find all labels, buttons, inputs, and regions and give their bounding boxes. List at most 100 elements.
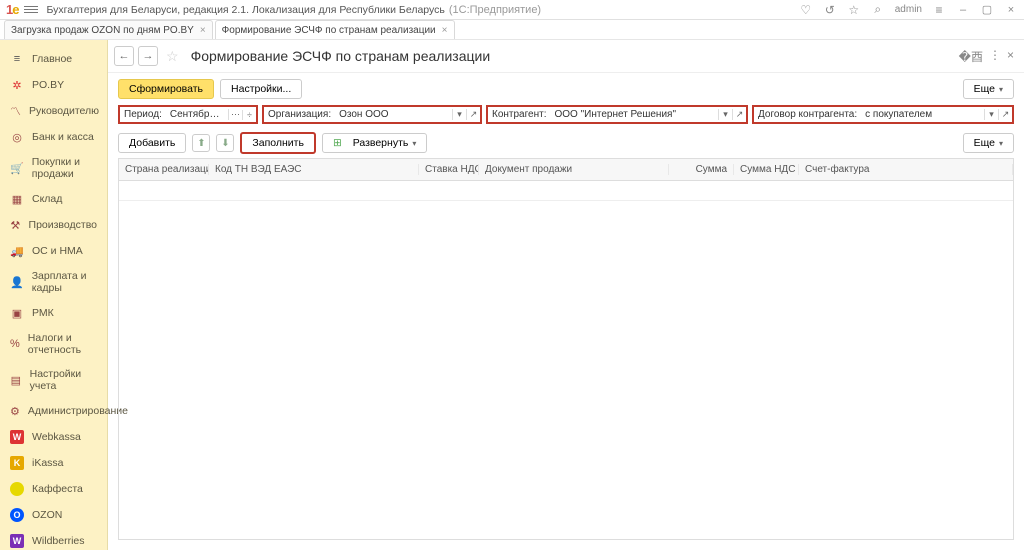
filter-value[interactable]: Сентябрь 2024 г. [166,107,228,122]
cart-icon: 🛒 [10,161,24,175]
sidebar-item-ikassa[interactable]: KiKassa [0,450,107,476]
person-icon: 👤 [10,275,24,289]
th-country[interactable]: Страна реализации [119,164,209,175]
table-body[interactable] [119,181,1013,539]
table-row[interactable] [119,181,1013,201]
tab-eschf[interactable]: Формирование ЭСЧФ по странам реализации … [215,20,455,39]
tab-close-icon[interactable]: × [442,25,448,36]
sidebar-item-label: ОС и НМА [32,245,83,257]
more-menu-icon[interactable]: ⋮ [989,48,1001,65]
sidebar-item-admin[interactable]: ⚙Администрирование [0,398,107,424]
factory-icon: ⚒ [10,218,21,232]
app-title: Бухгалтерия для Беларуси, редакция 2.1. … [46,4,444,16]
sidebar-item-sales[interactable]: 🛒Покупки и продажи [0,150,107,186]
sidebar-item-label: PO.BY [32,79,64,91]
settings-button[interactable]: Настройки... [220,79,302,99]
chevron-icon[interactable]: ÷ [242,110,256,120]
tab-close-icon[interactable]: × [200,25,206,36]
sidebar-item-webkassa[interactable]: WWebkassa [0,424,107,450]
th-vat-sum[interactable]: Сумма НДС [734,164,799,175]
user-label[interactable]: admin [895,4,922,15]
tab-ozon-load[interactable]: Загрузка продаж OZON по дням PO.BY × [4,20,213,39]
sidebar-item-settings[interactable]: ▤ Настройки учета [0,362,107,398]
filter-row: Период: Сентябрь 2024 г. ⋯ ÷ Организация… [108,105,1024,128]
th-code[interactable]: Код ТН ВЭД ЕАЭС [209,164,419,175]
th-sum[interactable]: Сумма [669,164,734,175]
sidebar-item-manager[interactable]: 〽Руководителю [0,98,107,124]
menu-button[interactable] [24,3,38,17]
chevron-down-icon[interactable]: ▾ [452,109,466,120]
filter-org: Организация: Озон ООО ▾ ↗ [262,105,482,124]
sidebar-item-stock[interactable]: ▦Склад [0,186,107,212]
notification-icon[interactable]: ♡ [799,3,813,17]
link-icon[interactable]: �酉 [959,48,983,65]
sidebar-item-main[interactable]: ≡ Главное [0,46,107,72]
add-button[interactable]: Добавить [118,133,186,153]
sidebar-item-kaffesta[interactable]: Каффеста [0,476,107,502]
k-icon: K [10,456,24,470]
open-icon[interactable]: ↗ [732,109,746,120]
th-doc[interactable]: Документ продажи [479,164,669,175]
close-icon[interactable]: × [1004,4,1018,16]
more-button-2[interactable]: Еще [963,133,1014,153]
page-title: Формирование ЭСЧФ по странам реализации [191,48,491,64]
home-icon: ≡ [10,52,24,66]
fill-button[interactable]: Заполнить [240,132,316,154]
minimize-icon[interactable]: – [956,4,970,16]
sidebar-item-label: Webkassa [32,431,81,443]
page-header: ← → ☆ Формирование ЭСЧФ по странам реали… [108,40,1024,73]
search-icon[interactable]: ⌕ [871,3,885,17]
table-header: Страна реализации Код ТН ВЭД ЕАЭС Ставка… [119,159,1013,181]
circle-icon [10,482,24,496]
th-vat-rate[interactable]: Ставка НДС [419,164,479,175]
content: ← → ☆ Формирование ЭСЧФ по странам реали… [108,40,1024,550]
sidebar-item-bank[interactable]: ◎Банк и касса [0,124,107,150]
th-invoice[interactable]: Счет-фактура [799,164,1013,175]
chevron-down-icon[interactable]: ▾ [718,109,732,120]
sidebar-item-label: Склад [32,193,62,205]
expand-button[interactable]: ⊞ Развернуть [322,133,427,153]
sidebar-item-hr[interactable]: 👤 Зарплата и кадры [0,264,107,300]
titlebar: 1e Бухгалтерия для Беларуси, редакция 2.… [0,0,1024,20]
ozon-icon: O [10,508,24,522]
chevron-down-icon[interactable]: ▾ [984,109,998,120]
open-icon[interactable]: ↗ [998,109,1012,120]
filter-value[interactable]: Озон ООО [335,107,452,122]
filter-label: Период: [120,107,166,122]
history-icon[interactable]: ↺ [823,3,837,17]
user-menu-icon[interactable]: ≡ [932,3,946,17]
sidebar-item-prod[interactable]: ⚒Производство [0,212,107,238]
filter-value[interactable]: ООО "Интернет Решения" [550,107,718,122]
calendar-icon[interactable]: ⋯ [228,109,242,120]
sidebar-item-label: Налоги и отчетность [28,332,97,356]
maximize-icon[interactable]: ▢ [980,3,994,16]
sidebar-item-assets[interactable]: 🚚ОС и НМА [0,238,107,264]
close-page-icon[interactable]: × [1007,48,1014,65]
sidebar-item-label: Настройки учета [30,368,97,392]
sidebar-item-label: Зарплата и кадры [32,270,97,294]
table: Страна реализации Код ТН ВЭД ЕАЭС Ставка… [118,158,1014,540]
sidebar-item-tax[interactable]: %Налоги и отчетность [0,326,107,362]
tabsbar: Загрузка продаж OZON по дням PO.BY × Фор… [0,20,1024,40]
move-up-button[interactable]: ⬆ [192,134,210,152]
sidebar-item-wb[interactable]: WWildberries [0,528,107,554]
wb-icon: W [10,534,24,548]
favorite-icon[interactable]: ☆ [847,3,861,17]
sidebar-item-rmk[interactable]: ▣РМК [0,300,107,326]
book-icon: ▤ [10,373,22,387]
sidebar: ≡ Главное ✲PO.BY 〽Руководителю ◎Банк и ка… [0,40,108,550]
sidebar-item-label: Каффеста [32,483,83,495]
sidebar-item-ozon[interactable]: OOZON [0,502,107,528]
more-button[interactable]: Еще [963,79,1014,99]
forward-button[interactable]: → [138,46,158,66]
move-down-button[interactable]: ⬇ [216,134,234,152]
app-suffix: (1С:Предприятие) [449,4,541,16]
back-button[interactable]: ← [114,46,134,66]
sidebar-item-label: Главное [32,53,72,65]
open-icon[interactable]: ↗ [466,109,480,120]
sidebar-item-label: Банк и касса [32,131,94,143]
sidebar-item-poby[interactable]: ✲PO.BY [0,72,107,98]
favorite-icon[interactable]: ☆ [166,48,179,65]
form-button[interactable]: Сформировать [118,79,214,99]
filter-value[interactable]: с покупателем [861,107,984,122]
